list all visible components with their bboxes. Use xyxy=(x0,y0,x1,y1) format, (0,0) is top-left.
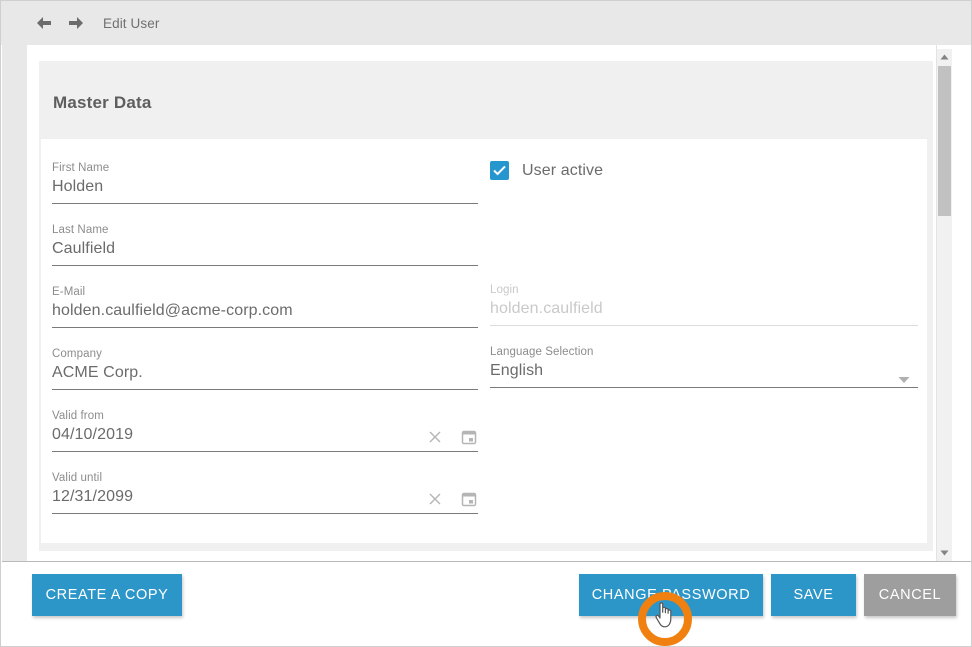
field-label: Valid from xyxy=(52,409,478,423)
field-underline xyxy=(490,325,918,326)
field-label: Company xyxy=(52,347,478,361)
field-company[interactable]: Company ACME Corp. xyxy=(52,347,478,390)
user-active-label: User active xyxy=(522,162,603,180)
master-data-card: Master Data First Name Holden Last Name … xyxy=(39,61,933,551)
breadcrumb[interactable]: Edit User xyxy=(103,16,159,31)
date-field-actions xyxy=(426,428,478,446)
close-icon[interactable] xyxy=(426,428,444,446)
triangle-down-icon[interactable] xyxy=(937,545,952,561)
user-active-checkbox-row[interactable]: User active xyxy=(490,161,603,180)
company-input[interactable]: ACME Corp. xyxy=(52,361,478,384)
first-name-input[interactable]: Holden xyxy=(52,175,478,198)
field-underline xyxy=(52,265,478,266)
field-language-selection[interactable]: Language Selection English xyxy=(490,345,918,388)
date-field-actions xyxy=(426,490,478,508)
calendar-icon[interactable] xyxy=(460,428,478,446)
field-underline xyxy=(52,203,478,204)
field-login: Login holden.caulfield xyxy=(490,283,918,326)
form-scroll-region: Master Data First Name Holden Last Name … xyxy=(27,45,937,561)
triangle-up-icon[interactable] xyxy=(937,49,952,65)
field-last-name[interactable]: Last Name Caulfield xyxy=(52,223,478,266)
last-name-input[interactable]: Caulfield xyxy=(52,237,478,260)
field-label: First Name xyxy=(52,161,478,175)
field-underline xyxy=(52,389,478,390)
chevron-down-icon[interactable] xyxy=(898,371,910,379)
close-icon[interactable] xyxy=(426,490,444,508)
field-underline xyxy=(52,451,478,452)
field-first-name[interactable]: First Name Holden xyxy=(52,161,478,204)
scrollbar-thumb[interactable] xyxy=(938,66,951,216)
field-label: Language Selection xyxy=(490,345,918,359)
footer-button-bar: CREATE A COPY CHANGE PASSWORD SAVE CANCE… xyxy=(2,562,972,646)
login-input: holden.caulfield xyxy=(490,297,918,320)
edit-user-window: Edit User Master Data First Name Holden … xyxy=(0,0,972,647)
arrow-left-icon[interactable] xyxy=(33,12,55,34)
left-gutter xyxy=(2,45,27,561)
user-active-checkbox[interactable] xyxy=(490,161,509,180)
top-navigation-bar: Edit User xyxy=(1,1,972,45)
field-underline xyxy=(490,387,918,388)
field-label: Last Name xyxy=(52,223,478,237)
field-valid-until[interactable]: Valid until 12/31/2099 xyxy=(52,471,478,514)
form-column-left: First Name Holden Last Name Caulfield E-… xyxy=(52,161,478,533)
save-button[interactable]: SAVE xyxy=(771,574,856,616)
valid-until-input[interactable]: 12/31/2099 xyxy=(52,485,478,508)
field-email[interactable]: E-Mail holden.caulfield@acme-corp.com xyxy=(52,285,478,328)
field-label: E-Mail xyxy=(52,285,478,299)
language-select[interactable]: English xyxy=(490,359,918,382)
valid-from-input[interactable]: 04/10/2019 xyxy=(52,423,478,446)
field-label: Login xyxy=(490,283,918,297)
field-label: Valid until xyxy=(52,471,478,485)
cancel-button[interactable]: CANCEL xyxy=(864,574,956,616)
master-data-panel: First Name Holden Last Name Caulfield E-… xyxy=(41,139,927,543)
form-column-right: Login holden.caulfield Language Selectio… xyxy=(490,283,918,407)
card-title: Master Data xyxy=(53,93,152,113)
vertical-scrollbar[interactable] xyxy=(936,45,952,561)
field-valid-from[interactable]: Valid from 04/10/2019 xyxy=(52,409,478,452)
field-underline xyxy=(52,513,478,514)
arrow-right-icon[interactable] xyxy=(65,12,87,34)
email-input[interactable]: holden.caulfield@acme-corp.com xyxy=(52,299,478,322)
calendar-icon[interactable] xyxy=(460,490,478,508)
field-underline xyxy=(52,327,478,328)
change-password-button[interactable]: CHANGE PASSWORD xyxy=(579,574,763,616)
create-a-copy-button[interactable]: CREATE A COPY xyxy=(32,574,182,616)
